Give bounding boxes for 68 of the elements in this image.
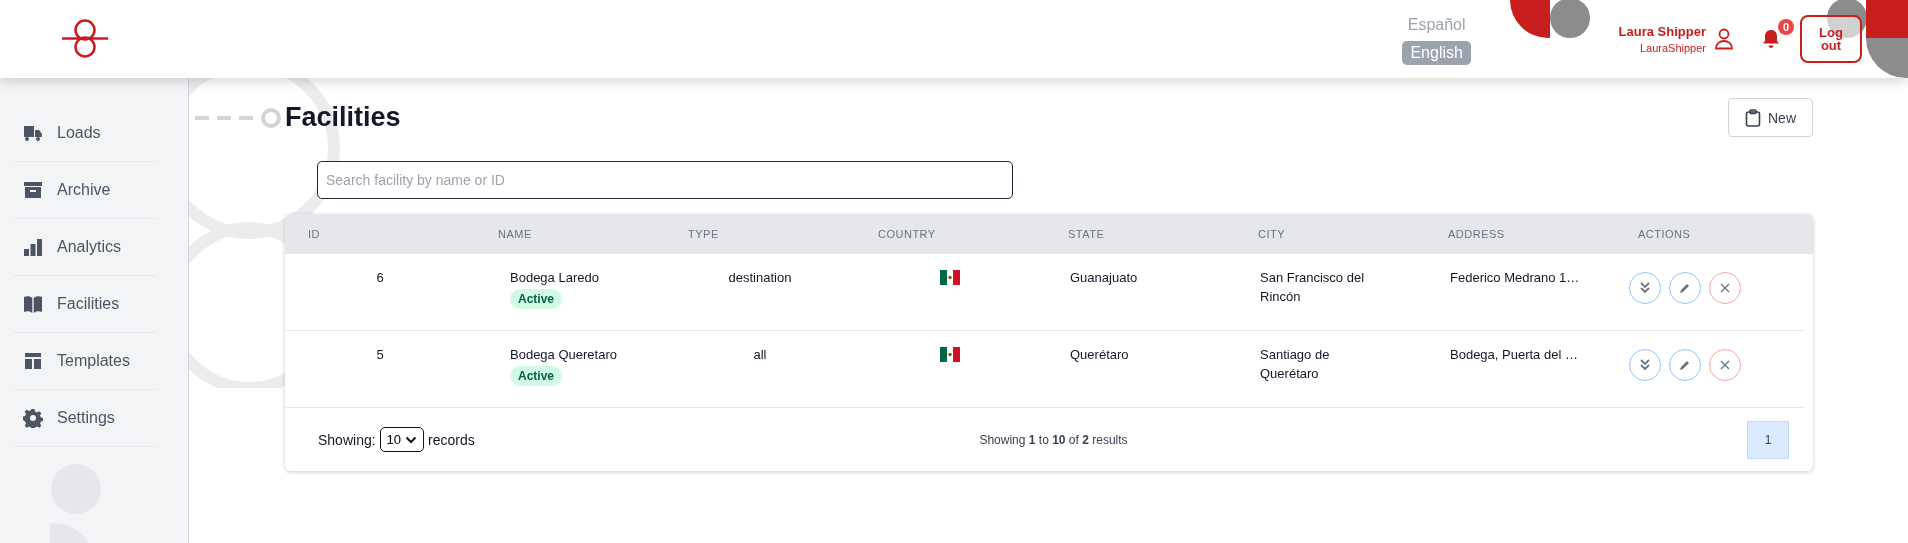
bar-chart-icon [23, 237, 43, 257]
table-cell: Bodega, Puerta del … [1450, 347, 1578, 362]
table-cell: 5 [376, 347, 384, 362]
search-field[interactable]: Search facility by name or ID [317, 161, 1013, 199]
column-header: STATE [1067, 228, 1106, 240]
expand-button[interactable] [1629, 349, 1661, 381]
column-header: COUNTRY [877, 228, 937, 240]
caret-icon [405, 435, 418, 444]
edit-button[interactable] [1669, 272, 1701, 304]
book-icon [23, 294, 43, 314]
table-cell: all [753, 347, 767, 362]
delete-button[interactable] [1709, 349, 1741, 381]
decorative-shape [1866, 38, 1908, 78]
archive-box-icon [23, 180, 43, 200]
flag-icon [940, 347, 960, 362]
sidebar-item[interactable]: Analytics [13, 219, 157, 276]
table-cell: 6 [376, 270, 384, 285]
new-button[interactable]: New [1728, 98, 1813, 137]
close-icon [1718, 281, 1732, 295]
sidebar-item[interactable]: Facilities [13, 276, 157, 333]
table-cell: San Francisco del Rincón [1260, 270, 1365, 304]
status-tag: Active [510, 289, 563, 309]
decorative-shape [1550, 0, 1590, 38]
double-chevron-icon [1638, 281, 1652, 295]
column-header: ID [307, 228, 321, 240]
logo-icon [60, 19, 110, 59]
column-header: ACTIONS [1637, 228, 1692, 240]
column-header: CITY [1257, 228, 1287, 240]
sidebar-item[interactable]: Settings [13, 390, 157, 447]
pencil-icon [1678, 281, 1692, 295]
column-header: NAME [497, 228, 533, 240]
page-size-select[interactable]: 10 [379, 427, 425, 452]
close-icon [1718, 358, 1732, 372]
table-cell: destination [728, 270, 792, 285]
table-cell: Federico Medrano 1… [1450, 270, 1580, 285]
page-button[interactable]: 1 [1747, 420, 1789, 459]
double-chevron-icon [1638, 358, 1652, 372]
status-tag: Active [510, 366, 563, 386]
facility-name: Bodega Laredo [510, 269, 599, 287]
username: LauraShipper [1639, 42, 1706, 54]
notification-count: 0 [1778, 19, 1794, 35]
table-cell: Querétaro [1070, 347, 1129, 362]
flag-icon [940, 270, 960, 285]
showing-label: Showing: [318, 431, 376, 448]
page-title: Facilities [285, 102, 401, 133]
records-label: records [428, 431, 475, 448]
sidebar-item[interactable]: Loads [13, 105, 157, 162]
layout-icon [23, 351, 43, 371]
truck-icon [23, 123, 43, 143]
clipboard-icon [1745, 108, 1761, 127]
user-name: Laura Shipper [1618, 24, 1706, 39]
settings-icon [23, 408, 43, 428]
pencil-icon [1678, 358, 1692, 372]
user-icon [1714, 28, 1734, 50]
sidebar-item[interactable]: Templates [13, 333, 157, 390]
column-header: TYPE [687, 228, 720, 240]
edit-button[interactable] [1669, 349, 1701, 381]
expand-button[interactable] [1629, 272, 1661, 304]
bell-icon [1762, 29, 1780, 49]
table-cell: Santiago de Querétaro [1260, 347, 1330, 381]
facility-name: Bodega Queretaro [510, 346, 617, 364]
sidebar-item[interactable]: Archive [13, 162, 157, 219]
column-header: ADDRESS [1447, 228, 1506, 240]
logout-button[interactable]: Log out [1800, 15, 1862, 63]
decorative-shape [1866, 0, 1908, 38]
results-summary: Showing 1 to 10 of 2 results [978, 432, 1129, 447]
table-cell: Guanajuato [1070, 270, 1138, 285]
delete-button[interactable] [1709, 272, 1741, 304]
